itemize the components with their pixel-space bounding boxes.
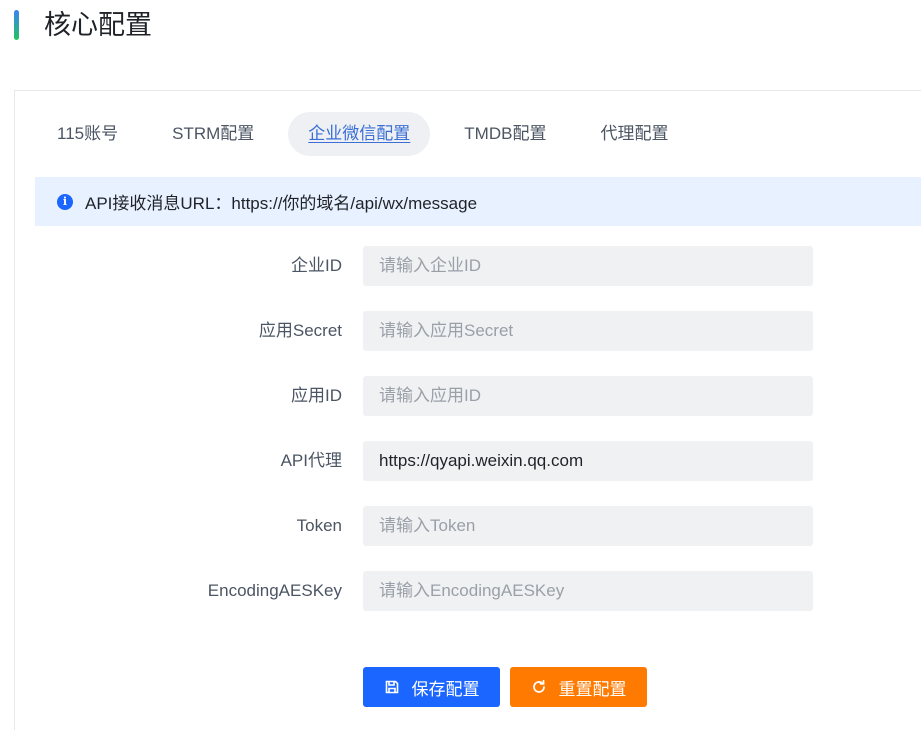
page-header: 核心配置 — [0, 0, 921, 56]
tab-label: TMDB配置 — [464, 124, 547, 143]
reset-button-label: 重置配置 — [558, 679, 627, 699]
tab-label: 代理配置 — [600, 124, 669, 143]
api-proxy-label: API代理 — [280, 451, 342, 470]
info-icon: i — [57, 193, 73, 210]
token-input[interactable] — [363, 506, 813, 546]
info-alert: i API接收消息URL：https://你的域名/api/wx/message — [35, 177, 921, 226]
form-row-token: Token — [15, 506, 915, 546]
alert-text: API接收消息URL：https://你的域名/api/wx/message — [85, 194, 478, 213]
tab-tmdb[interactable]: TMDB配置 — [444, 112, 566, 156]
app-id-input[interactable] — [363, 376, 813, 416]
corp-id-label: 企业ID — [291, 256, 342, 275]
tab-label: 企业微信配置 — [308, 124, 411, 143]
save-button-label: 保存配置 — [411, 679, 480, 699]
aes-key-input[interactable] — [363, 571, 813, 611]
reset-button[interactable]: 重置配置 — [510, 667, 647, 707]
refresh-icon — [531, 679, 547, 695]
form-row-app-secret: 应用Secret — [15, 311, 915, 351]
tab-strm[interactable]: STRM配置 — [152, 112, 274, 156]
tab-label: STRM配置 — [172, 124, 255, 143]
page-title: 核心配置 — [44, 10, 152, 40]
form-row-api-proxy: API代理 — [15, 441, 915, 481]
app-secret-label: 应用Secret — [258, 321, 342, 340]
save-button[interactable]: 保存配置 — [363, 667, 500, 707]
app-id-label: 应用ID — [291, 386, 342, 405]
config-card: 115账号 STRM配置 企业微信配置 TMDB配置 代理配置 i API接收消… — [14, 90, 921, 730]
tab-115-account[interactable]: 115账号 — [37, 112, 138, 156]
token-label: Token — [296, 516, 342, 535]
tab-label: 115账号 — [57, 124, 119, 143]
api-proxy-input[interactable] — [363, 441, 813, 481]
tab-bar: 115账号 STRM配置 企业微信配置 TMDB配置 代理配置 — [37, 112, 702, 156]
title-accent-bar — [14, 10, 19, 40]
form-row-aes-key: EncodingAESKey — [15, 571, 915, 611]
form-row-corp-id: 企业ID — [15, 246, 915, 286]
corp-id-input[interactable] — [363, 246, 813, 286]
app-secret-input[interactable] — [363, 311, 813, 351]
form-row-app-id: 应用ID — [15, 376, 915, 416]
tab-wecom[interactable]: 企业微信配置 — [288, 112, 431, 156]
save-icon — [384, 679, 400, 695]
tab-proxy[interactable]: 代理配置 — [580, 112, 688, 156]
aes-key-label: EncodingAESKey — [207, 581, 342, 600]
